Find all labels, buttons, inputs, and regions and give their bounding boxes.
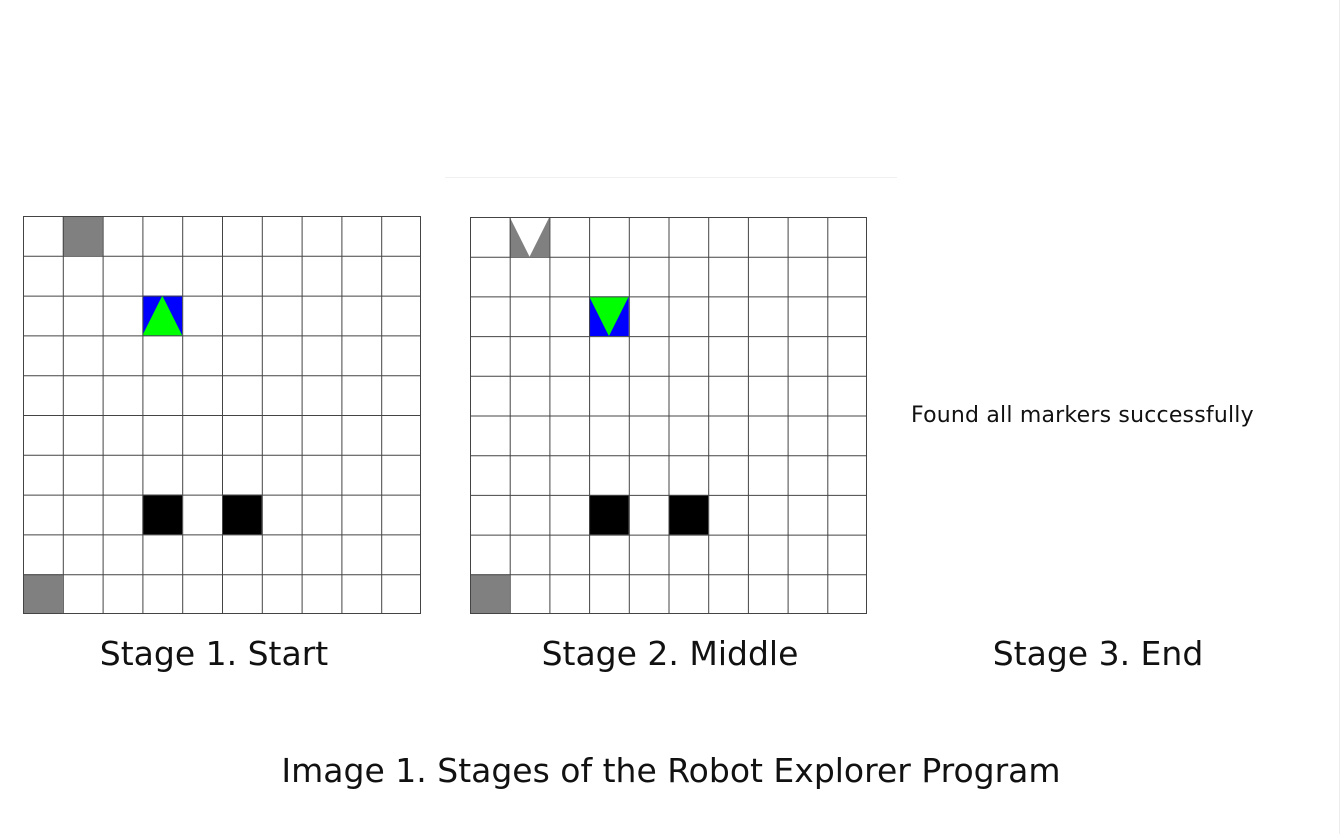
marker-cell (470, 574, 510, 614)
end-message: Found all markers successfully (911, 403, 1254, 428)
obstacle-cell (589, 494, 629, 535)
marker-cell-left-half (509, 217, 530, 257)
marker-cell (23, 574, 63, 614)
obstacle-cell (222, 494, 262, 535)
stage-1-grid (23, 216, 422, 615)
figure-caption: Image 1. Stages of the Robot Explorer Pr… (281, 751, 1061, 790)
stage-1-grid-svg (23, 216, 421, 614)
stage-2-grid-svg (470, 217, 867, 614)
stage-2-label: Stage 2. Middle (541, 634, 799, 673)
divider-line (445, 177, 897, 178)
stage-1-label: Stage 1. Start (99, 634, 329, 673)
stage-2-grid (470, 217, 868, 614)
obstacle-cell (142, 494, 183, 535)
stage-3-label: Stage 3. End (992, 634, 1204, 673)
obstacle-cell (668, 494, 709, 535)
marker-cell-right-half (529, 217, 550, 257)
marker-cell (62, 216, 103, 256)
edge-line (1339, 0, 1340, 834)
